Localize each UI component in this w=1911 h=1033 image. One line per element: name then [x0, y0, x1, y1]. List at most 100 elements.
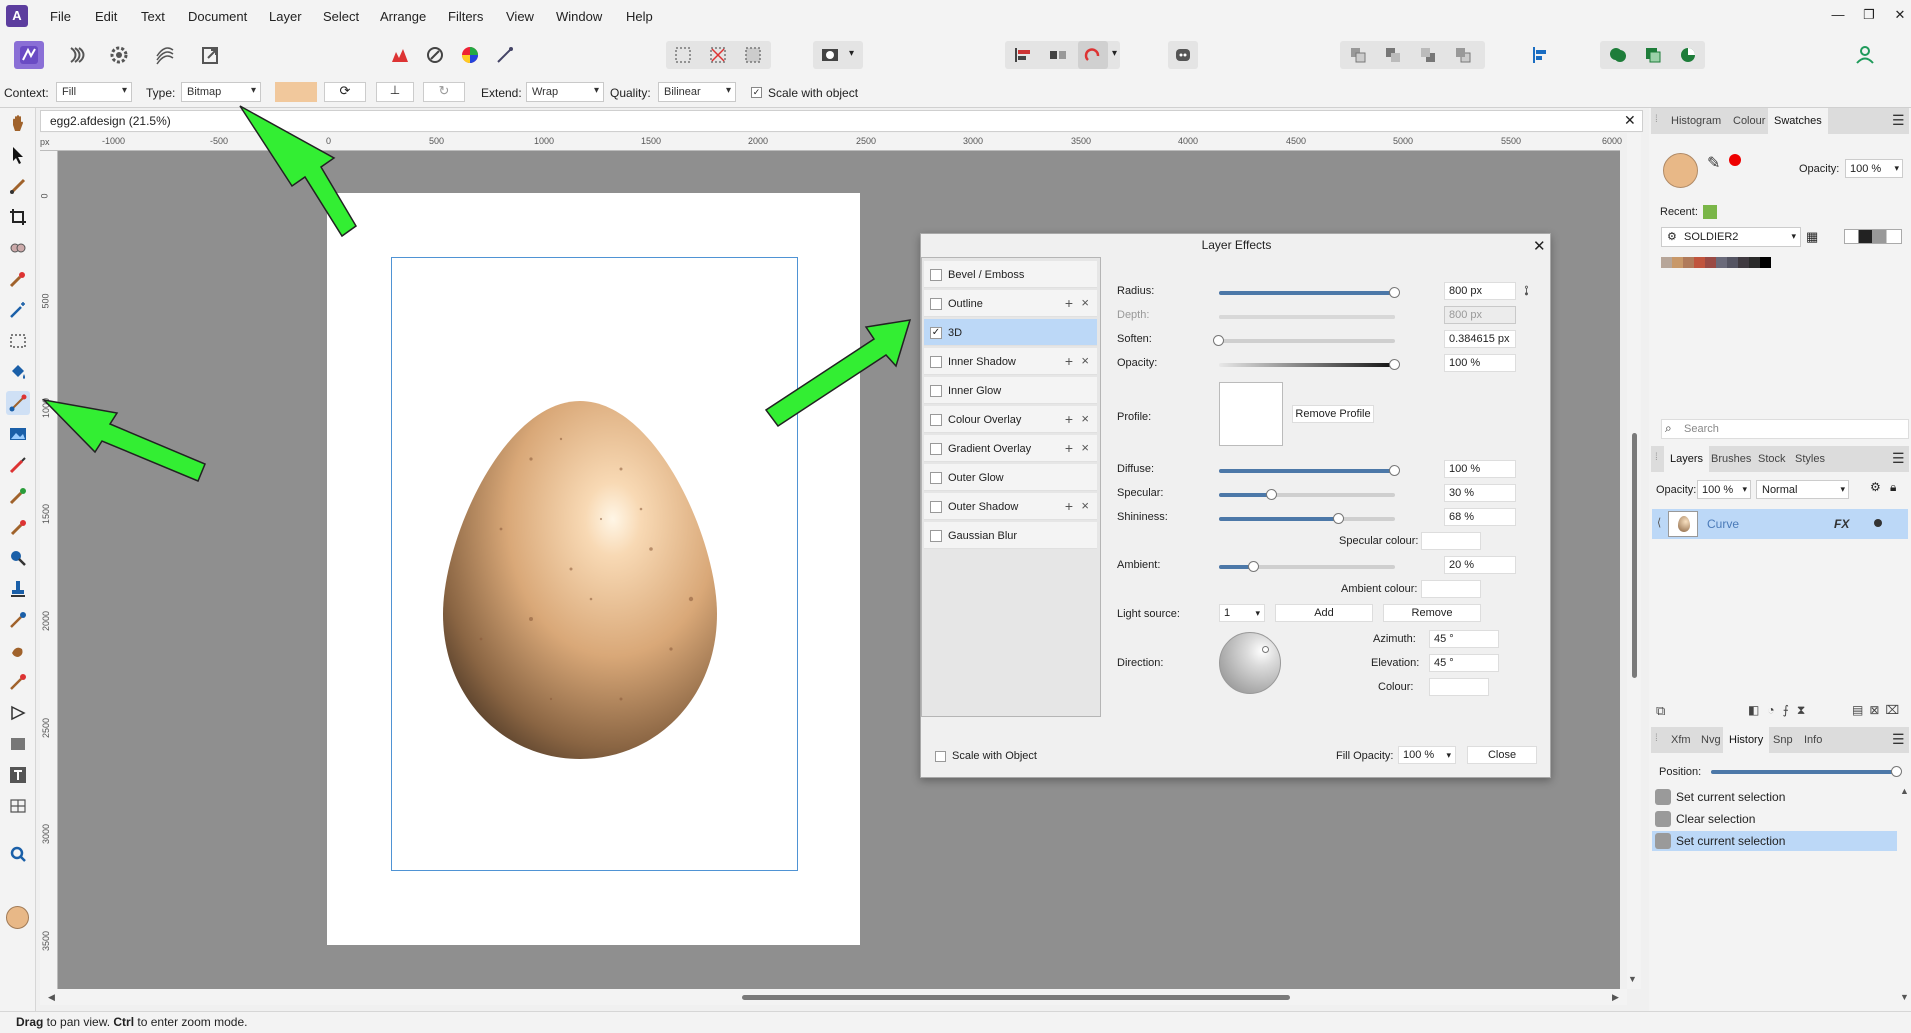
azimuth-field[interactable]: 45 °	[1429, 630, 1499, 648]
tab-history[interactable]: History	[1723, 727, 1770, 753]
effect-checkbox[interactable]	[930, 472, 942, 484]
close-dialog-icon[interactable]: ✕	[1533, 237, 1546, 255]
layer-options-icon[interactable]: ⧉	[1656, 703, 1665, 719]
remove-effect-icon[interactable]: ×	[1081, 440, 1089, 455]
diffuse-field[interactable]: 100 %	[1444, 460, 1516, 478]
add-effect-icon[interactable]: +	[1065, 353, 1073, 369]
scroll-right-icon[interactable]: ▶	[1612, 992, 1619, 1003]
horizontal-scroll-thumb[interactable]	[742, 995, 1290, 1000]
panel-grip-icon[interactable]: ⁞	[1655, 452, 1658, 463]
ambient-slider[interactable]	[1219, 561, 1395, 572]
remove-effect-icon[interactable]: ×	[1081, 411, 1089, 426]
light-direction-sphere[interactable]	[1219, 632, 1281, 694]
scroll-up-icon[interactable]: ▲	[1900, 786, 1909, 796]
primary-color-swatch[interactable]	[1663, 153, 1698, 188]
remove-light-button[interactable]: Remove	[1383, 604, 1481, 622]
soften-field[interactable]: 0.384615 px	[1444, 330, 1516, 348]
effect-row[interactable]: Outline + ×	[924, 290, 1097, 317]
blend-mode-select[interactable]: Normal ▾	[1756, 480, 1849, 499]
effect-checkbox[interactable]	[930, 501, 942, 513]
panel-grip-icon[interactable]: ⁞	[1655, 114, 1658, 125]
add-effect-icon[interactable]: +	[1065, 498, 1073, 514]
tab-layers[interactable]: Layers	[1664, 446, 1710, 472]
secondary-color-swatch[interactable]	[1729, 154, 1741, 166]
palette-swatch[interactable]	[1694, 257, 1705, 268]
effect-checkbox[interactable]	[930, 443, 942, 455]
fill-opacity-select[interactable]: 100 % ▾	[1398, 746, 1456, 764]
diffuse-slider[interactable]	[1219, 465, 1400, 476]
shininess-slider[interactable]	[1219, 513, 1395, 524]
scroll-left-icon[interactable]: ◀	[48, 992, 55, 1003]
vertical-scroll-thumb[interactable]	[1632, 433, 1637, 678]
effect-checkbox[interactable]	[930, 298, 942, 310]
history-entry[interactable]: Set current selection	[1652, 787, 1897, 807]
effect-row[interactable]: Inner Shadow + ×	[924, 348, 1097, 375]
history-position-slider[interactable]	[1711, 766, 1902, 777]
palette-swatch[interactable]	[1727, 257, 1738, 268]
specular-colour-swatch[interactable]	[1421, 532, 1481, 550]
effect-checkbox[interactable]: ✓	[930, 327, 942, 339]
effect-checkbox[interactable]	[930, 385, 942, 397]
tab-transform[interactable]: Xfm	[1671, 734, 1691, 746]
palette-swatch[interactable]	[1705, 257, 1716, 268]
add-effect-icon[interactable]: +	[1065, 440, 1073, 456]
light-colour-swatch[interactable]	[1429, 678, 1489, 696]
effect-row[interactable]: Colour Overlay + ×	[924, 406, 1097, 433]
effect-row[interactable]: Inner Glow	[924, 377, 1097, 404]
palette-swatch[interactable]	[1738, 257, 1749, 268]
specular-slider[interactable]	[1219, 489, 1395, 500]
profile-preview[interactable]	[1219, 382, 1283, 446]
panel-menu-icon[interactable]: ☰	[1892, 450, 1905, 467]
radius-slider[interactable]	[1219, 287, 1400, 298]
ambient-field[interactable]: 20 %	[1444, 556, 1516, 574]
system-swatches[interactable]	[1844, 229, 1902, 244]
effect-checkbox[interactable]	[930, 530, 942, 542]
tab-histogram[interactable]: Histogram	[1671, 115, 1721, 127]
palette-swatch[interactable]	[1672, 257, 1683, 268]
palette-swatch[interactable]	[1760, 257, 1771, 268]
effect-row[interactable]: Gradient Overlay + ×	[924, 435, 1097, 462]
layer-name[interactable]: Curve	[1707, 517, 1739, 531]
radius-field[interactable]: 800 px	[1444, 282, 1516, 300]
panel-grip-icon[interactable]: ⁞	[1655, 733, 1658, 744]
effect-row[interactable]: Gaussian Blur	[924, 522, 1097, 549]
expand-layer-icon[interactable]: ⟨	[1657, 516, 1661, 529]
light-source-select[interactable]: 1 ▾	[1219, 604, 1265, 622]
effect-row[interactable]: Outer Glow	[924, 464, 1097, 491]
close-button[interactable]: Close	[1467, 746, 1537, 764]
add-light-button[interactable]: Add	[1275, 604, 1373, 622]
tab-info[interactable]: Info	[1804, 734, 1822, 746]
palette-swatch[interactable]	[1716, 257, 1727, 268]
swatches-opacity-select[interactable]: 100 % ▾	[1845, 159, 1903, 178]
tab-colour[interactable]: Colour	[1733, 115, 1765, 127]
elevation-field[interactable]: 45 °	[1429, 654, 1499, 672]
light-direction-handle[interactable]	[1262, 646, 1269, 653]
palette-grid-icon[interactable]: ▦	[1806, 229, 1818, 245]
palette-select[interactable]: ⚙ SOLDIER2 ▾	[1661, 227, 1801, 247]
fx-badge[interactable]: FX	[1834, 517, 1849, 531]
ambient-colour-swatch[interactable]	[1421, 580, 1481, 598]
remove-effect-icon[interactable]: ×	[1081, 498, 1089, 513]
tab-snapping[interactable]: Snp	[1773, 734, 1793, 746]
effect-row[interactable]: ✓ 3D	[924, 319, 1097, 346]
effect-checkbox[interactable]	[930, 269, 942, 281]
recent-swatch[interactable]	[1703, 205, 1717, 219]
eyedropper-icon[interactable]: ✎	[1707, 153, 1720, 173]
tab-stock[interactable]: Stock	[1758, 453, 1786, 465]
link-icon[interactable]: ⊶	[1520, 285, 1533, 296]
opacity-slider[interactable]	[1219, 359, 1400, 370]
effect-checkbox[interactable]	[930, 414, 942, 426]
shininess-field[interactable]: 68 %	[1444, 508, 1516, 526]
opacity-field[interactable]: 100 %	[1444, 354, 1516, 372]
gear-icon[interactable]: ⚙	[1870, 480, 1881, 494]
scale-with-object-checkbox[interactable]	[935, 751, 946, 762]
effect-row[interactable]: Bevel / Emboss	[924, 261, 1097, 288]
remove-profile-button[interactable]: Remove Profile	[1292, 405, 1374, 423]
visibility-dot[interactable]	[1874, 519, 1882, 527]
effect-row[interactable]: Outer Shadow + ×	[924, 493, 1097, 520]
palette-swatch[interactable]	[1749, 257, 1760, 268]
history-entry[interactable]: Clear selection	[1652, 809, 1897, 829]
soften-slider[interactable]	[1213, 335, 1395, 346]
tab-brushes[interactable]: Brushes	[1711, 453, 1751, 465]
history-entry[interactable]: Set current selection	[1652, 831, 1897, 851]
